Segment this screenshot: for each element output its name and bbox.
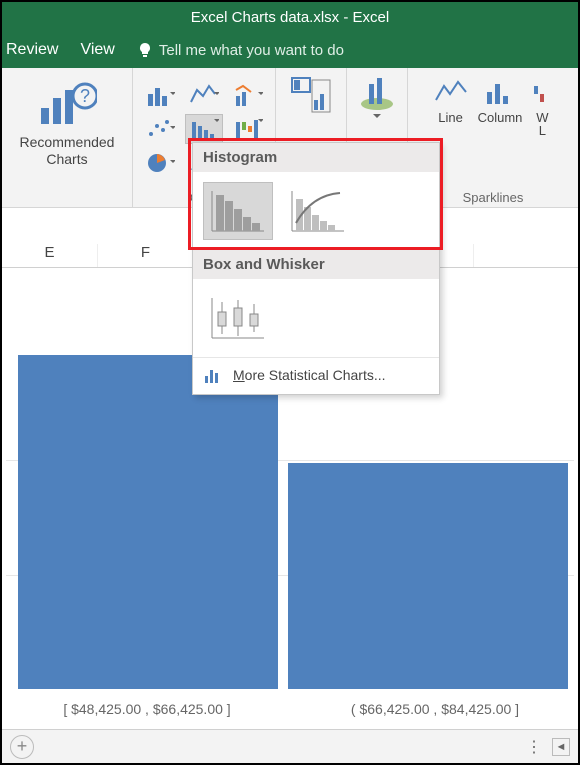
histogram-bar-1[interactable]: [18, 355, 278, 689]
box-whisker-icon: [208, 294, 268, 342]
histogram-bar-2[interactable]: [288, 463, 568, 689]
bin-label-1: [ $48,425.00 , $66,425.00 ]: [2, 701, 292, 717]
3d-map-icon: [355, 74, 399, 118]
more-statistical-charts[interactable]: More Statistical Charts...: [193, 357, 439, 394]
sparkline-column-label: Column: [478, 110, 523, 125]
column-header-f[interactable]: F: [98, 244, 194, 267]
tab-review[interactable]: Review: [6, 41, 58, 59]
bin-label-2: ( $66,425.00 , $84,425.00 ]: [292, 701, 578, 717]
box-whisker-section-header: Box and Whisker: [193, 250, 439, 279]
insert-waterfall-chart-button[interactable]: [229, 114, 267, 144]
scroll-left-button[interactable]: ◄: [552, 738, 570, 756]
column-header-e[interactable]: E: [2, 244, 98, 267]
sheet-nav-dots[interactable]: ⋮: [526, 737, 544, 757]
tab-view[interactable]: View: [80, 41, 114, 59]
ribbon-tabs: Review View Tell me what you want to do: [2, 32, 578, 68]
histogram-icon: [208, 187, 268, 235]
sparkline-line-label: Line: [438, 110, 463, 125]
sparkline-column-button[interactable]: Column: [478, 78, 523, 138]
recommended-charts-label: Recommended Charts: [20, 134, 115, 168]
pareto-chart-option[interactable]: [283, 182, 353, 240]
more-charts-label: More Statistical Charts...: [233, 367, 386, 383]
recommended-charts-icon: ?: [37, 80, 97, 130]
tell-me-search[interactable]: Tell me what you want to do: [137, 42, 344, 59]
sparkline-line-icon: [434, 78, 468, 108]
sparkline-winloss-icon: [525, 78, 559, 108]
statistic-chart-dropdown: Histogram Box and Whisker: [192, 142, 440, 395]
sparkline-column-icon: [483, 78, 517, 108]
pivotchart-icon: [288, 74, 334, 118]
window-titlebar: Excel Charts data.xlsx - Excel: [2, 2, 578, 32]
plus-icon: +: [17, 736, 28, 757]
statusbar: + ⋮ ◄: [2, 729, 578, 763]
insert-pie-chart-button[interactable]: [141, 148, 179, 178]
histogram-section-header: Histogram: [193, 143, 439, 172]
insert-combo-chart-button[interactable]: [229, 80, 267, 110]
insert-column-chart-button[interactable]: [141, 80, 179, 110]
histogram-chart-option[interactable]: [203, 182, 273, 240]
insert-scatter-chart-button[interactable]: [141, 114, 179, 144]
insert-statistic-chart-button[interactable]: [185, 114, 223, 144]
insert-line-chart-button[interactable]: [185, 80, 223, 110]
box-whisker-chart-option[interactable]: [203, 289, 273, 347]
window-title: Excel Charts data.xlsx - Excel: [191, 9, 389, 26]
svg-text:?: ?: [80, 86, 90, 106]
sparklines-group-label: Sparklines: [463, 190, 524, 205]
histogram-bin-labels: [ $48,425.00 , $66,425.00 ] ( $66,425.00…: [2, 701, 578, 717]
pareto-icon: [288, 187, 348, 235]
lightbulb-icon: [137, 42, 153, 58]
bar-chart-icon: [203, 366, 223, 384]
sparkline-winloss-button[interactable]: W L: [532, 78, 552, 138]
recommended-charts-button[interactable]: ? Recommended Charts: [2, 68, 132, 207]
sparkline-line-button[interactable]: Line: [434, 78, 468, 138]
tell-me-placeholder: Tell me what you want to do: [159, 42, 344, 59]
sparkline-l-label: L: [539, 123, 546, 138]
new-sheet-button[interactable]: +: [10, 735, 34, 759]
